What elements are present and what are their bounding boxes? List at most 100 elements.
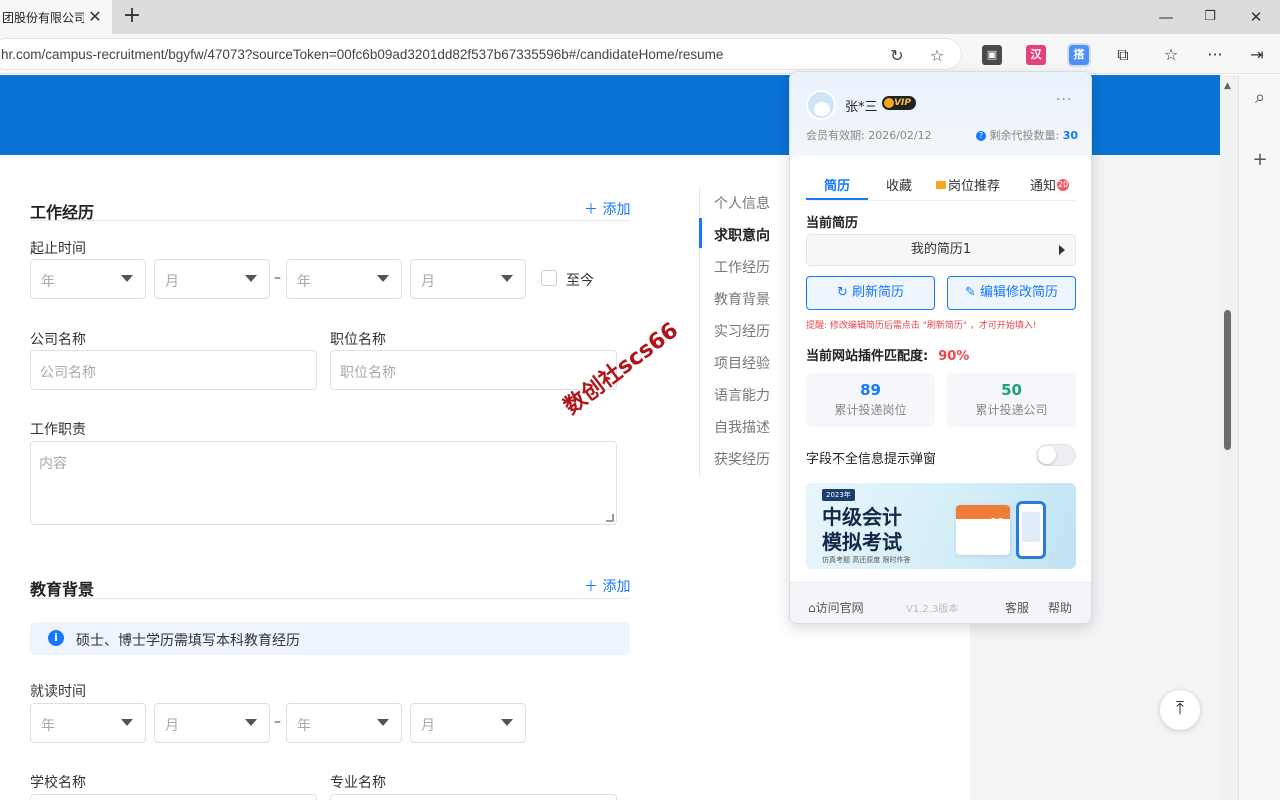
favorite-star-icon[interactable]: ☆ xyxy=(927,46,947,66)
select-placeholder: 年 xyxy=(41,718,55,734)
customer-service-link[interactable]: 客服 xyxy=(1005,599,1029,616)
resize-handle-icon[interactable] xyxy=(606,514,614,522)
close-tab-icon[interactable]: ✕ xyxy=(86,8,104,26)
chevron-down-icon xyxy=(501,719,513,726)
nav-item-internship[interactable]: 实习经历 xyxy=(714,321,770,341)
new-tab-icon[interactable]: + xyxy=(120,5,144,29)
membership-expiry: 会员有效期: 2026/02/12 xyxy=(806,129,932,142)
match-label: 当前网站插件匹配度: xyxy=(806,349,929,364)
carousel-dots[interactable] xyxy=(924,561,958,565)
avatar-face xyxy=(814,102,830,116)
sidebar-toggle-icon[interactable]: ⇥ xyxy=(1246,44,1268,66)
close-window-icon[interactable]: ✕ xyxy=(1242,6,1270,28)
browser-sidebar: ⌕ + xyxy=(1238,75,1280,800)
minimize-icon[interactable]: — xyxy=(1152,6,1180,28)
chevron-down-icon xyxy=(245,719,257,726)
tab-resume[interactable]: 简历 xyxy=(824,175,850,194)
tab-notify[interactable]: 通知 20 xyxy=(1030,175,1070,194)
edu-end-month-select[interactable]: 月 xyxy=(410,703,526,743)
divider xyxy=(806,200,1076,201)
add-sidebar-icon[interactable]: + xyxy=(1249,149,1271,171)
more-options-icon[interactable]: ··· xyxy=(1056,92,1072,108)
notify-badge: 20 xyxy=(1057,179,1070,191)
start-month-select[interactable]: 月 xyxy=(154,259,270,299)
school-input[interactable] xyxy=(30,794,317,800)
reader-extension-icon[interactable]: ▣ xyxy=(982,45,1002,65)
edit-resume-button[interactable]: ✎ 编辑修改简历 xyxy=(947,276,1076,310)
version-text: V1.2.3版本 xyxy=(906,604,959,615)
popup-body: 简历 收藏 岗位推荐 通知 20 当前简历 我的简历1 ↻ 刷新简历 ✎ 编辑修改… xyxy=(790,156,1091,582)
help-question-icon[interactable]: ? xyxy=(976,131,986,141)
phone-screen xyxy=(1022,512,1040,542)
ad-subtitle: 仿真考题 高还原度 限时作答 xyxy=(822,556,911,564)
extensions-puzzle-icon[interactable]: ⧉ xyxy=(1112,44,1134,66)
resume-helper-extension-icon[interactable]: 搭 xyxy=(1067,43,1091,67)
refresh-resume-button[interactable]: ↻ 刷新简历 xyxy=(806,276,935,310)
scroll-thumb[interactable] xyxy=(1224,310,1231,450)
end-month-select[interactable]: 月 xyxy=(410,259,526,299)
search-icon[interactable]: ⌕ xyxy=(1249,87,1271,109)
period-label: 起止时间 xyxy=(30,241,86,257)
nav-item-projects[interactable]: 项目经验 xyxy=(714,353,770,373)
refresh-tip: 提醒: 修改编辑简历后需点击 "刷新简历" ，才可开始填入! xyxy=(806,321,1037,331)
info-icon: i xyxy=(48,630,64,646)
nav-item-education[interactable]: 教育背景 xyxy=(714,289,770,309)
visit-site-link[interactable]: ⌂访问官网 xyxy=(808,599,864,616)
page-scrollbar[interactable]: ▲ xyxy=(1220,75,1238,800)
company-input[interactable]: 公司名称 xyxy=(30,350,317,390)
nav-item-personal-info[interactable]: 个人信息 xyxy=(714,193,770,213)
add-education-button[interactable]: ＋ 添加 xyxy=(584,576,630,596)
nav-item-self-description[interactable]: 自我描述 xyxy=(714,417,770,437)
stat-applied-jobs: 89 累计投递岗位 xyxy=(806,373,935,427)
major-input[interactable] xyxy=(330,794,617,800)
gift-icon xyxy=(936,181,946,189)
edit-icon: ✎ xyxy=(964,285,980,300)
major-label: 专业名称 xyxy=(330,775,386,791)
refresh-icon: ↻ xyxy=(836,285,852,300)
score-card-illustration: 90 xyxy=(956,505,1010,555)
restore-icon[interactable]: ❐ xyxy=(1196,6,1224,28)
notice-text: 硕士、博士学历需填写本科教育经历 xyxy=(76,633,300,649)
help-link[interactable]: 帮助 xyxy=(1048,599,1072,616)
menu-more-icon[interactable]: ··· xyxy=(1204,44,1226,66)
start-year-select[interactable]: 年 xyxy=(30,259,146,299)
remaining-label: 剩余代投数量: xyxy=(989,129,1060,142)
position-label: 职位名称 xyxy=(330,332,386,348)
plus-icon: ＋ xyxy=(584,579,603,595)
tab-favorite[interactable]: 收藏 xyxy=(886,175,912,194)
tab-label: 通知 xyxy=(1030,179,1057,194)
duty-label: 工作职责 xyxy=(30,422,86,438)
chevron-down-icon xyxy=(245,275,257,282)
stat-number: 89 xyxy=(860,381,881,399)
resume-selector[interactable]: 我的简历1 xyxy=(806,234,1076,266)
ad-banner[interactable]: 2023年 中级会计 模拟考试 仿真考题 高还原度 限时作答 90 xyxy=(806,483,1076,569)
edu-end-year-select[interactable]: 年 xyxy=(286,703,402,743)
browser-tab[interactable]: 团股份有限公司 ✕ xyxy=(0,0,112,34)
duty-textarea[interactable]: 内容 xyxy=(30,441,617,525)
back-to-top-button[interactable]: ⤒ xyxy=(1160,690,1200,730)
edu-start-month-select[interactable]: 月 xyxy=(154,703,270,743)
edu-start-year-select[interactable]: 年 xyxy=(30,703,146,743)
scroll-up-arrow-icon[interactable]: ▲ xyxy=(1224,81,1231,91)
ad-year: 2023年 xyxy=(822,489,855,501)
nav-item-awards[interactable]: 获奖经历 xyxy=(714,449,770,469)
favorites-list-icon[interactable]: ☆ xyxy=(1160,44,1182,66)
refresh-page-icon[interactable]: ↻ xyxy=(887,46,907,66)
nav-item-work-experience[interactable]: 工作经历 xyxy=(714,257,770,277)
until-now-checkbox[interactable] xyxy=(541,270,557,286)
url-field[interactable]: hr.com/campus-recruitment/bgyfw/47073?so… xyxy=(0,38,962,70)
nav-item-job-intention[interactable]: 求职意向 xyxy=(714,225,770,245)
arrow-up-to-top-icon: ⤒ xyxy=(1176,698,1184,719)
toggle-knob xyxy=(1038,446,1056,464)
nav-item-language[interactable]: 语言能力 xyxy=(714,385,770,405)
stat-applied-companies: 50 累计投递公司 xyxy=(947,373,1076,427)
end-year-select[interactable]: 年 xyxy=(286,259,402,299)
incomplete-field-popup-toggle[interactable] xyxy=(1036,444,1076,466)
tab-job-recommend[interactable]: 岗位推荐 xyxy=(936,175,1000,194)
chevron-down-icon xyxy=(377,275,389,282)
add-work-button[interactable]: ＋ 添加 xyxy=(584,199,630,219)
pink-extension-icon[interactable]: 汉 xyxy=(1026,45,1046,65)
popup-header: 张*三 VIP ··· 会员有效期: 2026/02/12 ? 剩余代投数量: … xyxy=(790,72,1091,156)
school-label: 学校名称 xyxy=(30,775,86,791)
education-notice: i 硕士、博士学历需填写本科教育经历 xyxy=(30,622,630,655)
